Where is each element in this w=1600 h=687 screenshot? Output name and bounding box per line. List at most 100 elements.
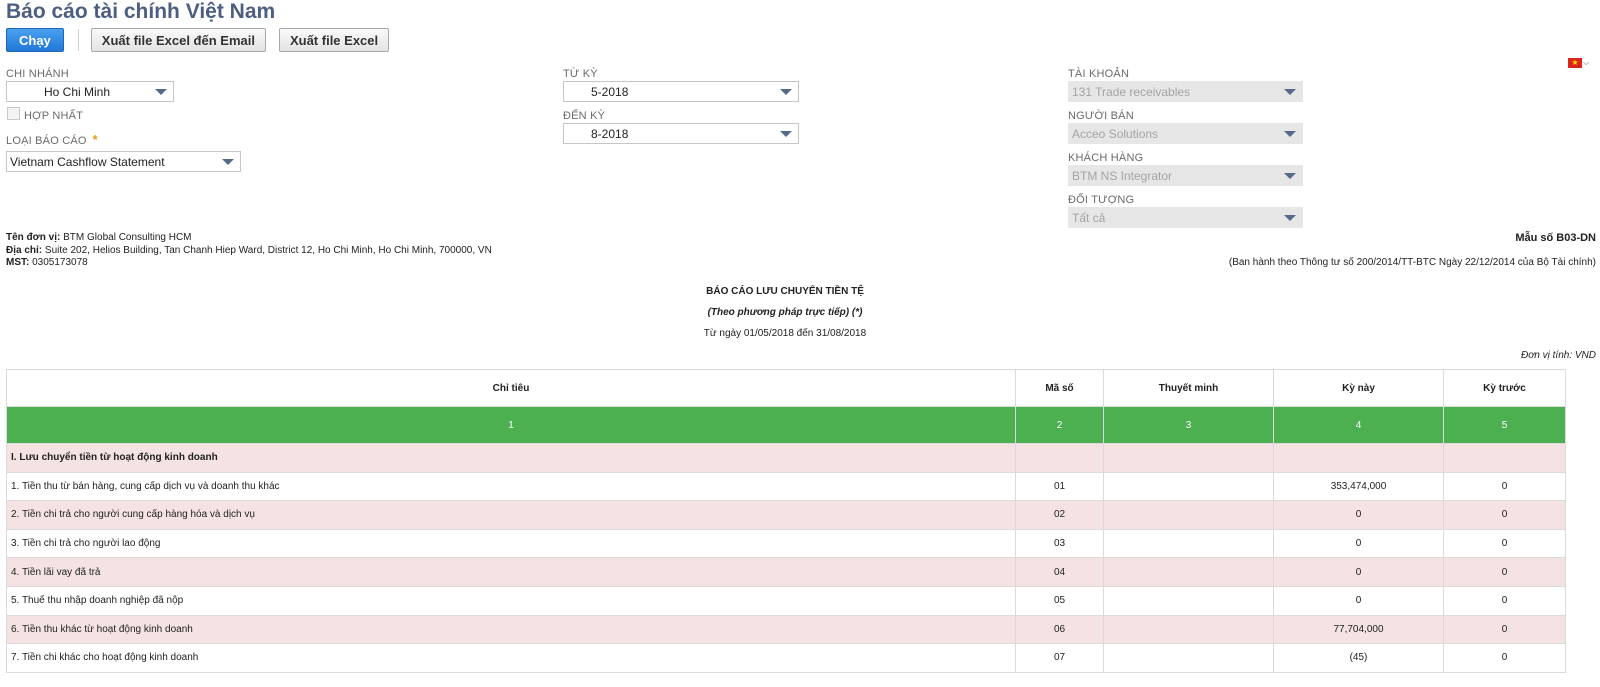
vendor-label: NGƯỜI BÁN: [1068, 110, 1134, 122]
table-row: 1. Tiền thu từ bán hàng, cung cấp dịch v…: [6, 471, 1566, 502]
branch-select[interactable]: Ho Chi Minh: [6, 81, 174, 102]
col-number: 3: [1103, 406, 1274, 444]
table-row: I. Lưu chuyển tiền từ hoạt động kinh doa…: [6, 443, 1566, 473]
col-number: 4: [1273, 406, 1444, 444]
cell-current: 0: [1273, 500, 1444, 530]
col-number: 1: [6, 406, 1016, 444]
col-number: 2: [1015, 406, 1104, 444]
chevron-down-icon: [155, 89, 167, 95]
col-number: 5: [1443, 406, 1566, 444]
decree-note: (Ban hành theo Thông tư số 200/2014/TT-B…: [1228, 257, 1596, 268]
account-label: TÀI KHOẢN: [1068, 68, 1130, 80]
customer-label: KHÁCH HÀNG: [1068, 152, 1144, 164]
report-method: (Theo phương pháp trực tiếp) (*): [707, 307, 863, 318]
col-header-note: Thuyết minh: [1103, 369, 1274, 407]
export-excel-button[interactable]: Xuất file Excel: [278, 28, 390, 52]
cell-note: [1103, 585, 1274, 616]
chevron-down-icon: [1284, 215, 1296, 221]
cell-previous: [1443, 443, 1566, 473]
chevron-down-icon: [1284, 89, 1296, 95]
cell-code: 01: [1015, 471, 1104, 502]
cell-item: 1. Tiền thu từ bán hàng, cung cấp dịch v…: [6, 471, 1016, 502]
cell-item: I. Lưu chuyển tiền từ hoạt động kinh doa…: [6, 443, 1016, 473]
col-header-current: Kỳ này: [1273, 369, 1444, 407]
cell-note: [1103, 471, 1274, 502]
cashflow-table: Chỉ tiêu Mã số Thuyết minh Kỳ này Kỳ trư…: [6, 369, 1566, 673]
from-period-select[interactable]: 5-2018: [563, 81, 799, 102]
cell-note: [1103, 528, 1274, 559]
subject-label: ĐỐI TƯỢNG: [1068, 194, 1135, 206]
cell-current: 0: [1273, 585, 1444, 616]
cell-item: 2. Tiền chi trả cho người cung cấp hàng …: [6, 500, 1016, 530]
vietnam-flag-icon[interactable]: ★: [1568, 58, 1582, 68]
cell-code: 06: [1015, 614, 1104, 645]
consolidated-label: HỢP NHẤT: [24, 110, 84, 122]
cell-previous: 0: [1443, 557, 1566, 587]
cell-code: 04: [1015, 557, 1104, 587]
form-number: Mẫu số B03-DN: [1515, 232, 1596, 244]
col-header-item: Chỉ tiêu: [6, 369, 1016, 407]
cell-previous: 0: [1443, 643, 1566, 673]
cell-previous: 0: [1443, 585, 1566, 616]
to-period-label: ĐẾN KỲ: [563, 110, 606, 122]
cell-previous: 0: [1443, 614, 1566, 645]
table-row: 2. Tiền chi trả cho người cung cấp hàng …: [6, 500, 1566, 530]
subject-select[interactable]: Tất cả: [1068, 207, 1303, 228]
table-row: 6. Tiền thu khác từ hoạt động kinh doanh…: [6, 614, 1566, 645]
cell-current: (45): [1273, 643, 1444, 673]
to-period-select[interactable]: 8-2018: [563, 123, 799, 144]
company-name-label: Tên đơn vị:: [6, 232, 61, 243]
toolbar: Chạy Xuất file Excel đến Email Xuất file…: [6, 28, 390, 52]
chevron-down-icon: [1284, 173, 1296, 179]
chevron-down-icon: [1284, 131, 1296, 137]
col-header-previous: Kỳ trước: [1443, 369, 1566, 407]
cell-current: [1273, 443, 1444, 473]
tax-id-label: MST:: [6, 257, 30, 268]
cell-previous: 0: [1443, 500, 1566, 530]
cell-current: 0: [1273, 557, 1444, 587]
company-address-label: Địa chỉ:: [6, 244, 43, 256]
currency-unit: Đơn vị tính: VND: [1521, 350, 1596, 361]
required-mark: *: [92, 132, 98, 147]
report-type-select[interactable]: Vietnam Cashflow Statement: [6, 151, 241, 172]
from-period-label: TỪ KỲ: [563, 68, 598, 80]
cell-item: 7. Tiền chi khác cho hoạt động kinh doan…: [6, 643, 1016, 673]
cell-item: 5. Thuế thu nhập doanh nghiệp đã nộp: [6, 585, 1016, 616]
table-row: 3. Tiền chi trả cho người lao động 03 0 …: [6, 528, 1566, 559]
cell-current: 77,704,000: [1273, 614, 1444, 645]
chevron-down-icon: [780, 89, 792, 95]
company-name: BTM Global Consulting HCM: [63, 232, 192, 243]
cell-note: [1103, 557, 1274, 587]
report-type-label: LOẠI BÁO CÁO *: [6, 132, 98, 147]
table-row: 7. Tiền chi khác cho hoạt động kinh doan…: [6, 643, 1566, 673]
run-button[interactable]: Chạy: [6, 28, 64, 52]
cell-item: 3. Tiền chi trả cho người lao động: [6, 528, 1016, 559]
company-address: Suite 202, Helios Building, Tan Chanh Hi…: [44, 244, 492, 256]
cell-current: 0: [1273, 528, 1444, 559]
account-select[interactable]: 131 Trade receivables: [1068, 81, 1303, 102]
chevron-down-icon[interactable]: ⌵: [1583, 58, 1589, 68]
branch-label: CHI NHÁNH: [6, 68, 69, 80]
cell-item: 6. Tiền thu khác từ hoạt động kinh doanh: [6, 614, 1016, 645]
cell-code: 02: [1015, 500, 1104, 530]
table-row: 4. Tiền lãi vay đã trả 04 0 0: [6, 557, 1566, 587]
col-header-code: Mã số: [1015, 369, 1104, 407]
vendor-select[interactable]: Acceo Solutions: [1068, 123, 1303, 144]
consolidated-checkbox[interactable]: [7, 107, 20, 120]
cell-previous: 0: [1443, 528, 1566, 559]
company-info: Tên đơn vị: BTM Global Consulting HCM Đị…: [6, 232, 492, 270]
customer-select[interactable]: BTM NS Integrator: [1068, 165, 1303, 186]
cell-note: [1103, 500, 1274, 530]
cell-code: [1015, 443, 1104, 473]
table-header-row: Chỉ tiêu Mã số Thuyết minh Kỳ này Kỳ trư…: [6, 369, 1566, 407]
chevron-down-icon: [222, 159, 234, 165]
report-title: BÁO CÁO LƯU CHUYỂN TIỀN TỆ: [706, 286, 864, 297]
cell-previous: 0: [1443, 471, 1566, 502]
report-period: Từ ngày 01/05/2018 đến 31/08/2018: [703, 328, 867, 339]
toolbar-separator: [77, 29, 79, 51]
export-excel-email-button[interactable]: Xuất file Excel đến Email: [90, 28, 266, 52]
cell-note: [1103, 443, 1274, 473]
tax-id: 0305173078: [32, 257, 88, 268]
cell-item: 4. Tiền lãi vay đã trả: [6, 557, 1016, 587]
cell-note: [1103, 643, 1274, 673]
